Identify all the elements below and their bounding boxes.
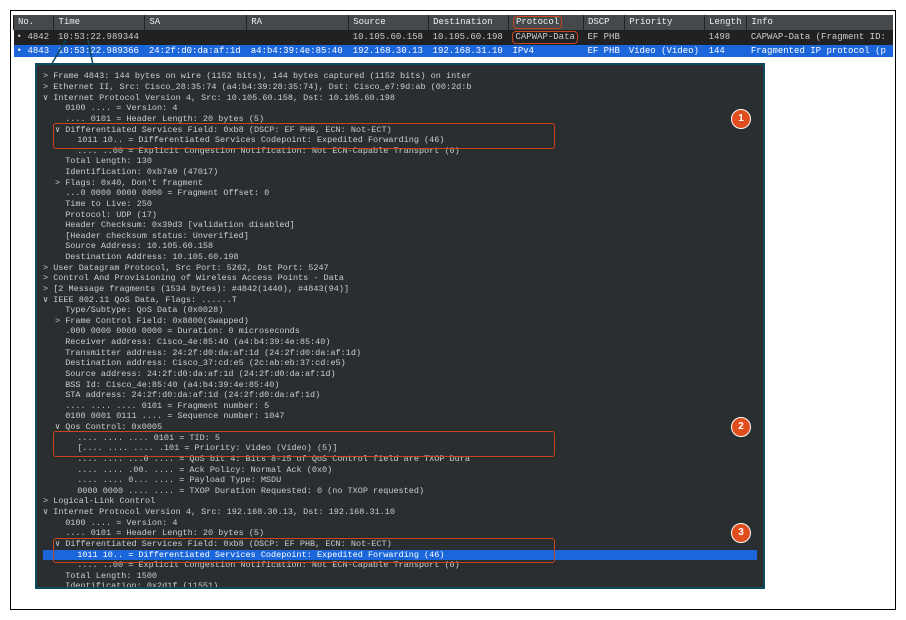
detail-line[interactable]: [Header checksum status: Unverified] xyxy=(43,231,757,242)
cell-ra xyxy=(247,30,349,45)
cell-proto: CAPWAP-Data xyxy=(508,30,583,45)
packet-row[interactable]: •484210:53:22.98934410.105.60.15810.105.… xyxy=(14,30,894,45)
detail-line[interactable]: Receiver address: Cisco_4e:85:40 (a4:b4:… xyxy=(43,337,757,348)
col-info[interactable]: Info xyxy=(747,15,893,30)
detail-line[interactable]: Type/Subtype: QoS Data (0x0028) xyxy=(43,305,757,316)
detail-line[interactable]: BSS Id: Cisco_4e:85:40 (a4:b4:39:4e:85:4… xyxy=(43,380,757,391)
detail-line[interactable]: > Logical-Link Control xyxy=(43,496,757,507)
detail-line[interactable]: > Ethernet II, Src: Cisco_28:35:74 (a4:b… xyxy=(43,82,757,93)
detail-line[interactable]: .... .... .... 0101 = TID: 5 xyxy=(43,433,757,444)
detail-line[interactable]: ∨ Internet Protocol Version 4, Src: 192.… xyxy=(43,507,757,518)
detail-line[interactable]: .... 0101 = Header Length: 20 bytes (5) xyxy=(43,528,757,539)
detail-line[interactable]: .... .... 0... .... = Payload Type: MSDU xyxy=(43,475,757,486)
col-protocol[interactable]: Protocol xyxy=(508,15,583,30)
detail-line[interactable]: Source address: 24:2f:d0:da:af:1d (24:2f… xyxy=(43,369,757,380)
detail-line[interactable]: > Frame Control Field: 0x8800(Swapped) xyxy=(43,316,757,327)
detail-line[interactable]: > User Datagram Protocol, Src Port: 5262… xyxy=(43,263,757,274)
detail-line[interactable]: .... .... .... 0101 = Fragment number: 5 xyxy=(43,401,757,412)
detail-line[interactable]: Time to Live: 250 xyxy=(43,199,757,210)
detail-line[interactable]: .... .... .00. .... = Ack Policy: Normal… xyxy=(43,465,757,476)
detail-line[interactable]: Total Length: 130 xyxy=(43,156,757,167)
col-length[interactable]: Length xyxy=(705,15,747,30)
detail-line[interactable]: ∨ Differentiated Services Field: 0xb8 (D… xyxy=(43,539,757,550)
detail-line[interactable]: 0100 0001 0111 .... = Sequence number: 1… xyxy=(43,411,757,422)
detail-line[interactable]: 0000 0000 .... .... = TXOP Duration Requ… xyxy=(43,486,757,497)
detail-line[interactable]: [.... .... .... .101 = Priority: Video (… xyxy=(43,443,757,454)
detail-line[interactable]: Source Address: 10.105.60.158 xyxy=(43,241,757,252)
detail-line[interactable]: > Control And Provisioning of Wireless A… xyxy=(43,273,757,284)
detail-line[interactable]: ...0 0000 0000 0000 = Fragment Offset: 0 xyxy=(43,188,757,199)
detail-line[interactable]: .000 0000 0000 0000 = Duration: 0 micros… xyxy=(43,326,757,337)
detail-line[interactable]: .... ..00 = Explicit Congestion Notifica… xyxy=(43,146,757,157)
detail-line[interactable]: 0100 .... = Version: 4 xyxy=(43,518,757,529)
cell-ra: a4:b4:39:4e:85:40 xyxy=(247,45,349,58)
detail-line[interactable]: .... 0101 = Header Length: 20 bytes (5) xyxy=(43,114,757,125)
cell-len: 1498 xyxy=(705,30,747,45)
detail-line[interactable]: 1011 10.. = Differentiated Services Code… xyxy=(43,550,757,561)
detail-line[interactable]: Total Length: 1500 xyxy=(43,571,757,582)
col-no[interactable]: No. xyxy=(14,15,54,30)
detail-line[interactable]: .... .... ...0 .... = QoS bit 4: Bits 8-… xyxy=(43,454,757,465)
cell-dst: 10.105.60.198 xyxy=(429,30,509,45)
detail-line[interactable]: Destination Address: 10.105.60.198 xyxy=(43,252,757,263)
cell-dst: 192.168.31.10 xyxy=(429,45,509,58)
detail-line[interactable]: ∨ Internet Protocol Version 4, Src: 10.1… xyxy=(43,93,757,104)
packet-row[interactable]: •484310:53:22.98936624:2f:d0:da:af:1da4:… xyxy=(14,45,894,58)
packet-list-table[interactable]: No.TimeSARASourceDestinationProtocolDSCP… xyxy=(13,15,893,57)
cell-prio xyxy=(625,30,705,45)
col-destination[interactable]: Destination xyxy=(429,15,509,30)
detail-line[interactable]: Protocol: UDP (17) xyxy=(43,210,757,221)
cell-info: CAPWAP-Data (Fragment ID: xyxy=(747,30,893,45)
detail-line[interactable]: 0100 .... = Version: 4 xyxy=(43,103,757,114)
cell-len: 144 xyxy=(705,45,747,58)
detail-line[interactable]: .... ..00 = Explicit Congestion Notifica… xyxy=(43,560,757,571)
col-source[interactable]: Source xyxy=(349,15,429,30)
cell-src: 10.105.60.158 xyxy=(349,30,429,45)
detail-line[interactable]: > Frame 4843: 144 bytes on wire (1152 bi… xyxy=(43,71,757,82)
cell-dscp: EF PHB xyxy=(583,30,624,45)
cell-sa xyxy=(145,30,247,45)
cell-info: Fragmented IP protocol (p xyxy=(747,45,893,58)
detail-line[interactable]: Transmitter address: 24:2f:d0:da:af:1d (… xyxy=(43,348,757,359)
cell-proto: IPv4 xyxy=(508,45,583,58)
cell-prio: Video (Video) xyxy=(625,45,705,58)
detail-line[interactable]: > [2 Message fragments (1534 bytes): #48… xyxy=(43,284,757,295)
detail-line[interactable]: ∨ IEEE 802.11 QoS Data, Flags: ......T xyxy=(43,295,757,306)
detail-line[interactable]: 1011 10.. = Differentiated Services Code… xyxy=(43,135,757,146)
detail-line[interactable]: ∨ Qos Control: 0x0005 xyxy=(43,422,757,433)
detail-line[interactable]: STA address: 24:2f:d0:da:af:1d (24:2f:d0… xyxy=(43,390,757,401)
packet-list-header: No.TimeSARASourceDestinationProtocolDSCP… xyxy=(14,15,894,30)
cell-sa: 24:2f:d0:da:af:1d xyxy=(145,45,247,58)
packet-detail-panel[interactable]: > Frame 4843: 144 bytes on wire (1152 bi… xyxy=(35,63,765,589)
detail-line[interactable]: Identification: 0xb7a9 (47017) xyxy=(43,167,757,178)
col-ra[interactable]: RA xyxy=(247,15,349,30)
detail-line[interactable]: Identification: 0x2d1f (11551) xyxy=(43,581,757,589)
col-sa[interactable]: SA xyxy=(145,15,247,30)
capture-container: No.TimeSARASourceDestinationProtocolDSCP… xyxy=(10,10,896,610)
detail-line[interactable]: Header Checksum: 0x39d3 [validation disa… xyxy=(43,220,757,231)
cell-src: 192.168.30.13 xyxy=(349,45,429,58)
detail-line[interactable]: Destination address: Cisco_37:cd:e5 (2c:… xyxy=(43,358,757,369)
detail-line[interactable]: > Flags: 0x40, Don't fragment xyxy=(43,178,757,189)
detail-line[interactable]: ∨ Differentiated Services Field: 0xb8 (D… xyxy=(43,125,757,136)
col-time[interactable]: Time xyxy=(54,15,145,30)
col-priority[interactable]: Priority xyxy=(625,15,705,30)
cell-dscp: EF PHB xyxy=(583,45,624,58)
col-dscp[interactable]: DSCP xyxy=(583,15,624,30)
